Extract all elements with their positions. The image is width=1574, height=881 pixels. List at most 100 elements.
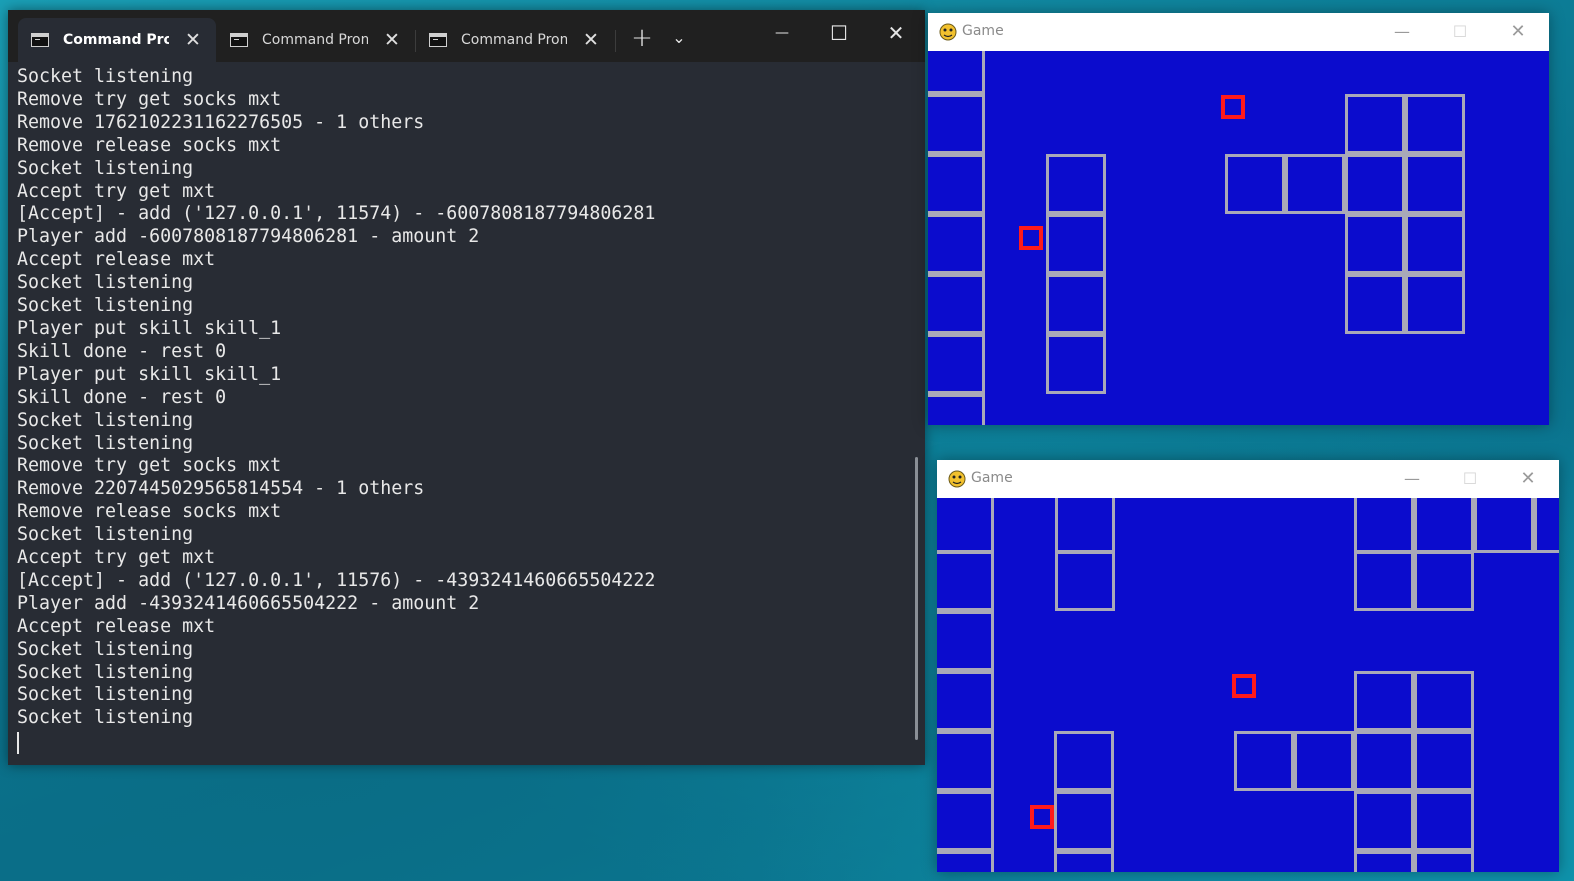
terminal-line: [Accept] - add ('127.0.0.1', 11576) - -4… xyxy=(17,569,656,591)
wall-tile xyxy=(1054,731,1114,791)
wall-tile xyxy=(1354,791,1414,851)
minimize-button[interactable]: — xyxy=(1383,460,1441,498)
wall-tile xyxy=(1354,551,1414,611)
wall-tile xyxy=(1294,731,1354,791)
close-button[interactable]: ✕ xyxy=(1499,460,1557,498)
terminal-line: Skill done - rest 0 xyxy=(17,340,227,362)
wall-tile xyxy=(1414,851,1474,872)
tab-command-prompt-1[interactable]: Command Prompt ✕ xyxy=(18,18,216,62)
wall-tile xyxy=(1046,274,1106,334)
wall-tile xyxy=(1285,154,1345,214)
wall-tile xyxy=(1345,274,1405,334)
tab-dropdown-button[interactable]: ⌄ xyxy=(664,24,694,52)
window-title: Game xyxy=(962,23,1004,39)
close-tab-icon[interactable]: ✕ xyxy=(579,28,603,52)
wall-tile xyxy=(928,394,985,425)
wall-tile xyxy=(937,611,994,671)
wall-tile xyxy=(937,498,994,553)
terminal-line: Remove 1762102231162276505 - 1 others xyxy=(17,111,425,133)
close-tab-icon[interactable]: ✕ xyxy=(181,28,205,52)
game-window-bottom[interactable]: Game — ☐ ✕ xyxy=(937,460,1559,872)
terminal-line: Socket listening xyxy=(17,638,194,660)
maximize-button[interactable]: ☐ xyxy=(1441,460,1499,498)
wall-tile xyxy=(1354,671,1414,731)
terminal-line: Socket listening xyxy=(17,157,194,179)
pygame-snake-icon xyxy=(939,23,957,41)
terminal-line: Remove release socks mxt xyxy=(17,501,282,523)
terminal-cursor xyxy=(17,730,907,755)
terminal-window[interactable]: Command Prompt ✕ Command Prompt ✕ Comman… xyxy=(8,10,925,765)
scrollbar-thumb[interactable] xyxy=(915,457,918,740)
wall-tile xyxy=(928,274,985,334)
wall-tile xyxy=(1534,498,1559,553)
close-button[interactable]: ✕ xyxy=(1489,13,1547,51)
wall-tile xyxy=(1414,498,1474,553)
wall-tile xyxy=(928,94,985,154)
wall-tile xyxy=(928,214,985,274)
maximize-button[interactable]: ☐ xyxy=(817,18,861,48)
command-prompt-icon xyxy=(429,33,447,47)
wall-tile xyxy=(928,154,985,214)
close-window-button[interactable]: ✕ xyxy=(874,18,918,48)
wall-tile xyxy=(937,731,994,791)
title-bar: Game — ☐ ✕ xyxy=(937,460,1559,498)
command-prompt-icon xyxy=(31,33,49,47)
wall-tile xyxy=(1234,731,1294,791)
wall-tile xyxy=(1046,154,1106,214)
wall-tile xyxy=(1345,214,1405,274)
terminal-line: Socket listening xyxy=(17,707,194,729)
wall-tile xyxy=(937,671,994,731)
terminal-line: Socket listening xyxy=(17,684,194,706)
tab-divider xyxy=(615,30,616,52)
wall-tile xyxy=(1345,154,1405,214)
wall-tile xyxy=(937,851,994,872)
terminal-line: Socket listening xyxy=(17,66,194,87)
command-prompt-icon xyxy=(230,33,248,47)
wall-tile xyxy=(1354,851,1414,872)
wall-tile xyxy=(1414,791,1474,851)
terminal-line: Remove release socks mxt xyxy=(17,134,282,156)
wall-tile xyxy=(1414,731,1474,791)
minimize-button[interactable]: — xyxy=(760,18,804,48)
terminal-line: Accept release mxt xyxy=(17,615,216,637)
wall-tile xyxy=(1225,154,1285,214)
tab-label: Command Prompt xyxy=(63,32,169,48)
terminal-line: [Accept] - add ('127.0.0.1', 11574) - -6… xyxy=(17,203,656,225)
game-canvas[interactable] xyxy=(937,498,1559,872)
terminal-line: Socket listening xyxy=(17,661,194,683)
terminal-output[interactable]: Socket listening Remove try get socks mxt… xyxy=(17,66,907,755)
wall-tile xyxy=(1405,154,1465,214)
maximize-button[interactable]: ☐ xyxy=(1431,13,1489,51)
terminal-line: Socket listening xyxy=(17,432,194,454)
terminal-line: Socket listening xyxy=(17,524,194,546)
terminal-line: Player add -6007808187794806281 - amount… xyxy=(17,226,480,248)
tab-command-prompt-3[interactable]: Command Prompt ✕ xyxy=(416,18,614,62)
terminal-line: Player put skill skill_1 xyxy=(17,363,282,385)
wall-tile xyxy=(1055,551,1115,611)
player-marker xyxy=(1232,674,1256,698)
wall-tile xyxy=(928,51,985,94)
minimize-button[interactable]: — xyxy=(1373,13,1431,51)
close-tab-icon[interactable]: ✕ xyxy=(380,28,404,52)
terminal-line: Accept release mxt xyxy=(17,249,216,271)
tab-command-prompt-2[interactable]: Command Prompt ✕ xyxy=(217,18,415,62)
title-bar: Game — ☐ ✕ xyxy=(928,13,1549,51)
wall-tile xyxy=(1046,334,1106,394)
terminal-line: Remove try get socks mxt xyxy=(17,88,282,110)
wall-tile xyxy=(1414,551,1474,611)
terminal-line: Socket listening xyxy=(17,295,194,317)
wall-tile xyxy=(937,791,994,851)
wall-tile xyxy=(1354,731,1414,791)
game-window-top[interactable]: Game — ☐ ✕ xyxy=(928,13,1549,425)
terminal-line: Socket listening xyxy=(17,272,194,294)
pygame-snake-icon xyxy=(948,470,966,488)
wall-tile xyxy=(1474,498,1534,553)
player-marker xyxy=(1221,95,1245,119)
wall-tile xyxy=(1046,214,1106,274)
window-title: Game xyxy=(971,470,1013,486)
player-marker xyxy=(1019,226,1043,250)
wall-tile xyxy=(1054,791,1114,851)
wall-tile xyxy=(1414,671,1474,731)
game-canvas[interactable] xyxy=(928,51,1549,425)
new-tab-button[interactable]: + xyxy=(626,24,658,52)
